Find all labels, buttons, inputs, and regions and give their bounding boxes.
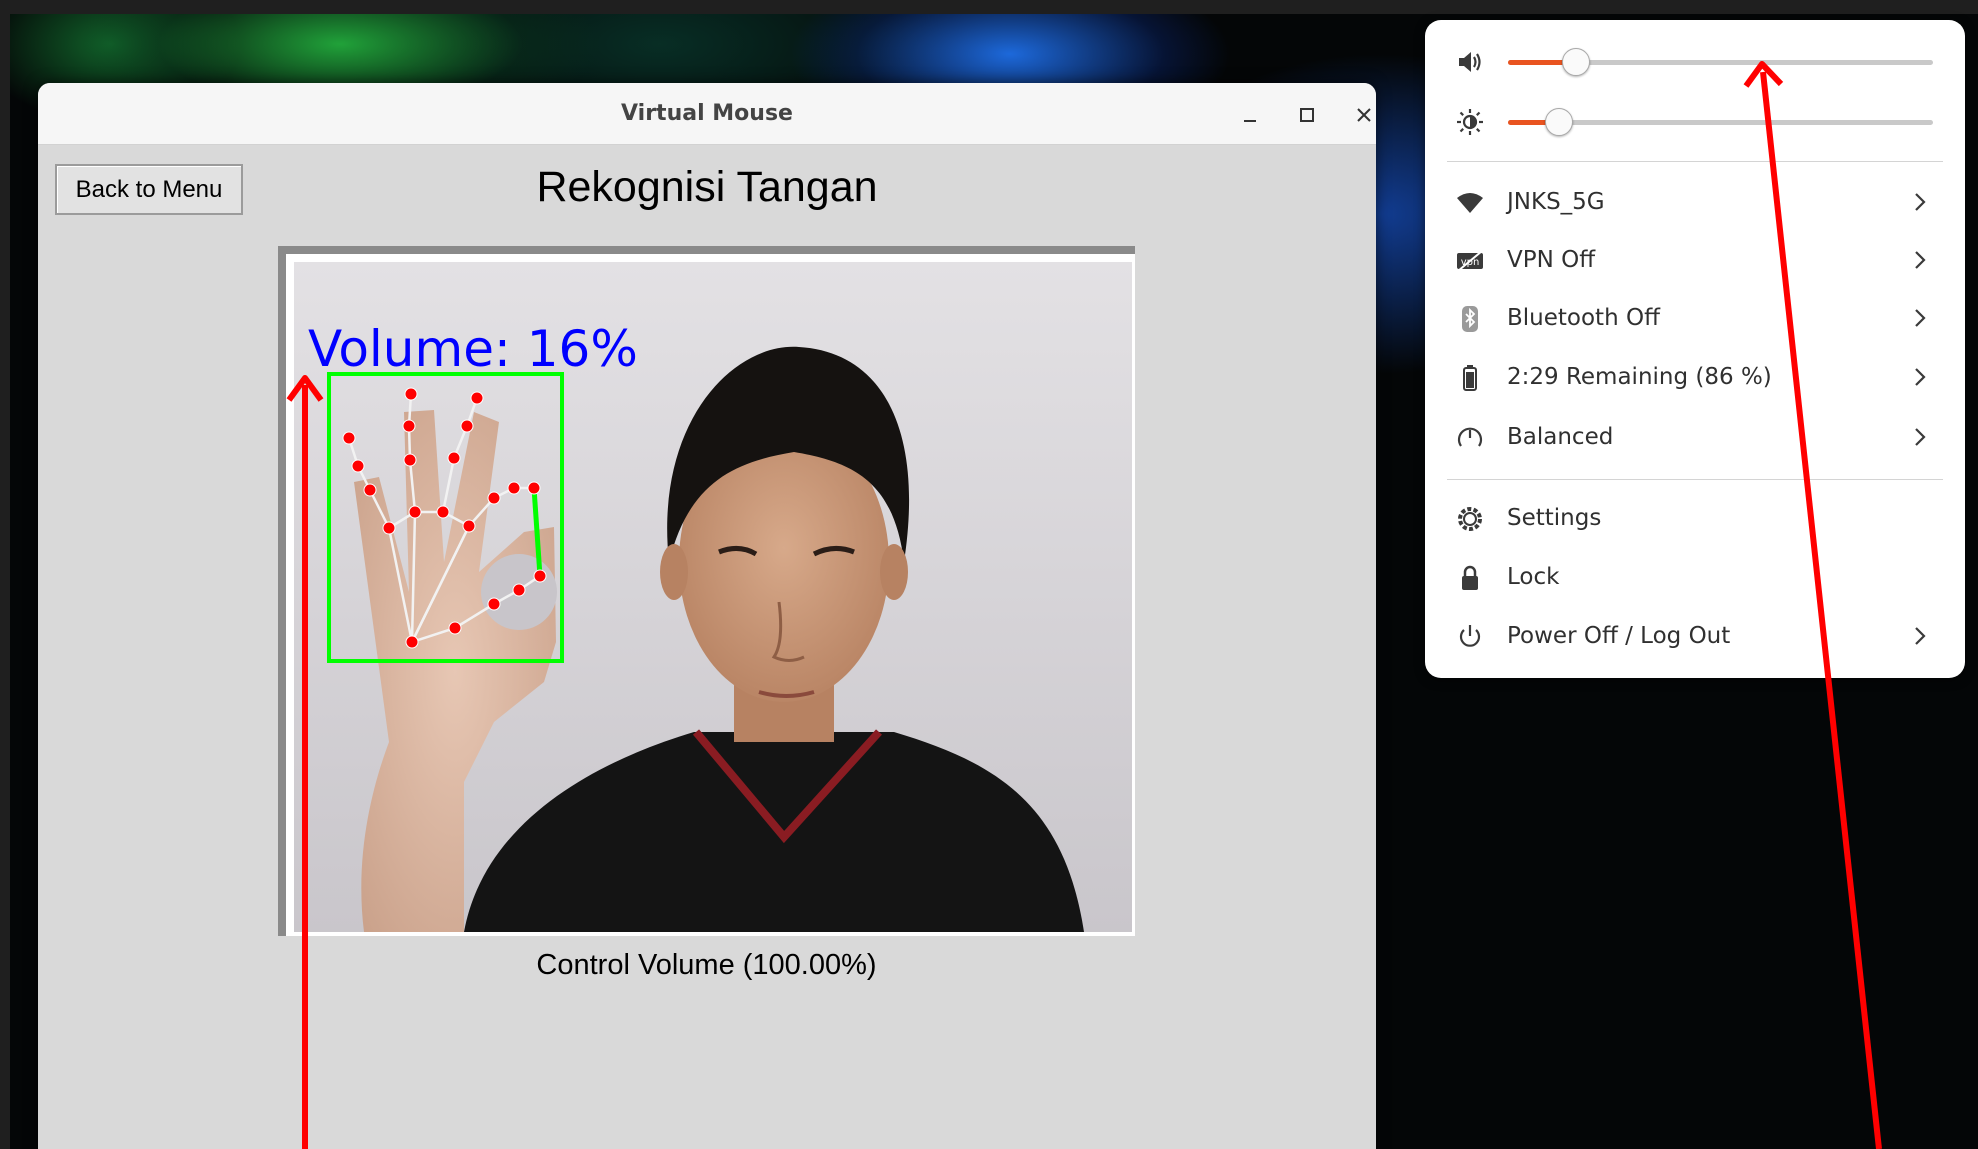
chevron-right-icon xyxy=(1912,307,1928,329)
screen: Virtual Mouse Back to Menu Rekognisi Tan… xyxy=(0,0,1978,1149)
power-mode-label: Balanced xyxy=(1507,424,1614,450)
control-volume-label: Control Volume (100.00%) xyxy=(536,949,877,981)
chevron-right-icon xyxy=(1912,191,1928,213)
wifi-menu-item[interactable]: JNKS_5G xyxy=(1425,177,1965,229)
wifi-icon xyxy=(1455,189,1485,217)
system-menu: JNKS_5G vpn VPN Off Bluetooth Off 2:29 R… xyxy=(1425,20,1965,678)
minimize-icon[interactable] xyxy=(1232,97,1268,133)
brightness-slider-knob[interactable] xyxy=(1545,108,1573,136)
settings-label: Settings xyxy=(1507,505,1602,531)
window-title: Virtual Mouse xyxy=(621,101,793,126)
battery-label: 2:29 Remaining (86 %) xyxy=(1507,364,1772,390)
volume-overlay-text: Volume: 16% xyxy=(308,320,638,378)
menu-divider xyxy=(1447,161,1943,162)
chevron-right-icon xyxy=(1912,625,1928,647)
lock-menu-item[interactable]: Lock xyxy=(1425,552,1965,604)
power-mode-icon xyxy=(1455,424,1485,452)
lock-icon xyxy=(1455,564,1485,592)
virtual-mouse-window: Virtual Mouse Back to Menu Rekognisi Tan… xyxy=(38,83,1376,1149)
battery-icon xyxy=(1455,364,1485,392)
chevron-right-icon xyxy=(1912,249,1928,271)
speaker-icon xyxy=(1455,48,1485,76)
brightness-slider-row xyxy=(1425,102,1965,142)
volume-slider-knob[interactable] xyxy=(1562,48,1590,76)
vpn-icon: vpn xyxy=(1455,247,1485,275)
brightness-icon xyxy=(1455,108,1485,136)
power-off-label: Power Off / Log Out xyxy=(1507,623,1731,649)
brightness-slider[interactable] xyxy=(1508,108,1933,136)
volume-slider-row xyxy=(1425,42,1965,82)
power-off-menu-item[interactable]: Power Off / Log Out xyxy=(1425,611,1965,663)
menu-divider xyxy=(1447,479,1943,480)
bluetooth-menu-item[interactable]: Bluetooth Off xyxy=(1425,293,1965,345)
close-icon[interactable] xyxy=(1346,97,1376,133)
page-title: Rekognisi Tangan xyxy=(536,163,878,211)
volume-slider[interactable] xyxy=(1508,48,1933,76)
maximize-icon[interactable] xyxy=(1289,97,1325,133)
camera-feed: Volume: 16% xyxy=(294,262,1132,932)
window-titlebar[interactable]: Virtual Mouse xyxy=(38,83,1376,145)
settings-menu-item[interactable]: Settings xyxy=(1425,493,1965,545)
camera-frame: Volume: 16% xyxy=(278,246,1135,936)
bluetooth-icon xyxy=(1455,305,1485,333)
chevron-right-icon xyxy=(1912,366,1928,388)
lock-label: Lock xyxy=(1507,564,1560,590)
chevron-right-icon xyxy=(1912,426,1928,448)
vpn-label: VPN Off xyxy=(1507,247,1596,273)
battery-menu-item[interactable]: 2:29 Remaining (86 %) xyxy=(1425,352,1965,404)
power-icon xyxy=(1455,623,1485,651)
wifi-label: JNKS_5G xyxy=(1507,189,1605,215)
vpn-menu-item[interactable]: vpn VPN Off xyxy=(1425,235,1965,287)
settings-icon xyxy=(1455,505,1485,533)
power-mode-menu-item[interactable]: Balanced xyxy=(1425,412,1965,464)
bluetooth-label: Bluetooth Off xyxy=(1507,305,1660,331)
